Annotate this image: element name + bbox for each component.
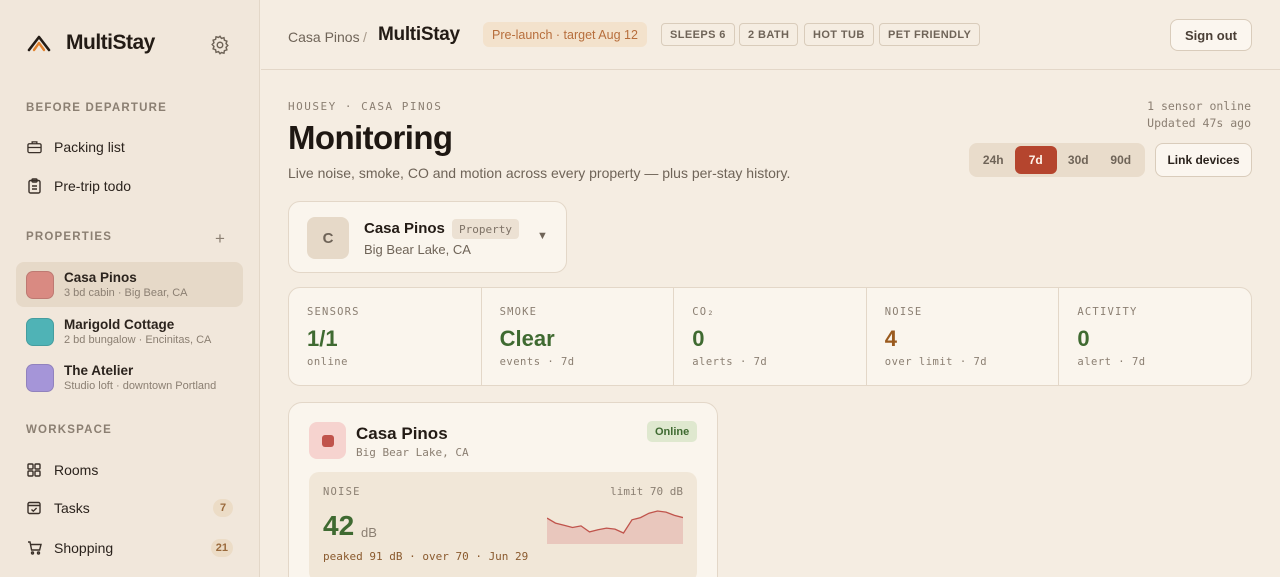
- sidebar-property-casa-pinos[interactable]: Casa Pinos 3 bd cabin · Big Bear, CA: [16, 262, 243, 307]
- property-swatch: [26, 270, 54, 299]
- prelaunch-badge: Pre-launch · target Aug 12: [483, 22, 647, 47]
- range-90d-button[interactable]: 90d: [1100, 146, 1143, 174]
- grid-icon: [26, 462, 42, 478]
- breadcrumb-current: MultiStay: [378, 24, 460, 45]
- sidebar-item-label: Packing list: [54, 139, 125, 155]
- property-name: Marigold Cottage: [64, 317, 175, 332]
- noise-label: NOISE: [323, 486, 361, 498]
- stat-label: SENSORS: [307, 306, 360, 318]
- brand[interactable]: MultiStay: [26, 30, 155, 56]
- property-subtitle: 3 bd cabin · Big Bear, CA: [64, 287, 188, 299]
- sensor-status: 1 sensor online: [1147, 99, 1251, 113]
- range-7d-button[interactable]: 7d: [1014, 146, 1057, 174]
- stat-co2: CO₂ 0 alerts · 7d: [674, 288, 867, 385]
- sidebar-item-label: Pre-trip todo: [54, 178, 132, 194]
- stat-label: CO₂: [692, 306, 715, 318]
- device-card[interactable]: Casa Pinos Big Bear Lake, CA Online NOIS…: [288, 402, 718, 577]
- shopping-count-badge: 21: [210, 539, 233, 557]
- checkbox-icon: [26, 500, 42, 516]
- stat-sub: over limit · 7d: [884, 356, 988, 368]
- stat-smoke: SMOKE Clear events · 7d: [482, 288, 675, 385]
- mountain-logo-icon: [26, 30, 52, 56]
- tasks-count-badge: 7: [213, 499, 233, 517]
- sidebar-property-the-atelier[interactable]: The Atelier Studio loft · downtown Portl…: [16, 355, 243, 400]
- stats-strip: SENSORS 1/1 online SMOKE Clear events · …: [288, 287, 1252, 386]
- property-name: The Atelier: [64, 363, 134, 378]
- page-title: Monitoring: [288, 119, 453, 156]
- noise-sparkline: [547, 510, 683, 544]
- range-24h-button[interactable]: 24h: [972, 146, 1015, 174]
- tag-hot-tub: HOT TUB: [804, 23, 874, 46]
- noise-peak: peaked 91 dB · over 70 · Jun 29: [323, 550, 529, 563]
- noise-limit: limit 70 dB: [610, 485, 683, 498]
- sidebar-item-label: Tasks: [54, 500, 90, 516]
- property-swatch: [26, 363, 54, 392]
- clipboard-icon: [26, 178, 42, 194]
- stat-sub: alert · 7d: [1077, 356, 1146, 368]
- gear-icon[interactable]: [209, 34, 231, 56]
- chevron-down-icon[interactable]: ▼: [537, 230, 548, 242]
- noise-panel: NOISE limit 70 dB 42 dB peaked 91 dB · o…: [309, 472, 697, 577]
- page-eyebrow: HOUSEY · CASA PINOS: [288, 100, 443, 113]
- noise-unit: dB: [361, 525, 377, 540]
- stat-label: ACTIVITY: [1077, 306, 1138, 318]
- page-subtitle: Live noise, smoke, CO and motion across …: [288, 165, 791, 181]
- sign-out-button[interactable]: Sign out: [1170, 19, 1252, 51]
- section-before-departure: BEFORE DEPARTURE: [26, 102, 168, 114]
- sidebar-item-shopping[interactable]: Shopping 21: [16, 530, 243, 566]
- stat-sensors: SENSORS 1/1 online: [289, 288, 482, 385]
- breadcrumb-separator: /: [363, 29, 367, 45]
- property-swatch: [26, 317, 54, 346]
- sidebar-item-tasks[interactable]: Tasks 7: [16, 490, 243, 526]
- tag-sleeps: SLEEPS 6: [661, 23, 735, 46]
- add-property-icon[interactable]: +: [215, 229, 225, 249]
- stat-value: 0: [1077, 326, 1090, 351]
- sidebar-property-marigold-cottage[interactable]: Marigold Cottage 2 bd bungalow · Encinit…: [16, 309, 243, 354]
- property-avatar: C: [307, 217, 349, 259]
- status-badge: Online: [647, 421, 698, 442]
- noise-value: 42: [323, 510, 355, 541]
- property-selector-location: Big Bear Lake, CA: [364, 242, 471, 257]
- updated-status: Updated 47s ago: [1147, 116, 1251, 130]
- range-30d-button[interactable]: 30d: [1057, 146, 1100, 174]
- time-range-selector: 24h 7d 30d 90d: [969, 143, 1145, 177]
- sensor-icon: [309, 422, 346, 459]
- sidebar-item-packing-list[interactable]: Packing list: [16, 129, 243, 165]
- sidebar: MultiStay BEFORE DEPARTURE Packing list …: [0, 0, 260, 577]
- briefcase-icon: [26, 139, 42, 155]
- brand-name: MultiStay: [66, 31, 155, 54]
- property-selector[interactable]: C Casa Pinos Property Big Bear Lake, CA …: [288, 201, 567, 273]
- sidebar-item-label: Rooms: [54, 462, 99, 478]
- stat-value: 4: [884, 326, 898, 351]
- stat-sub: online: [307, 356, 348, 368]
- stat-sub: alerts · 7d: [692, 356, 768, 368]
- stat-noise: NOISE 4 over limit · 7d: [867, 288, 1060, 385]
- stat-value: Clear: [499, 326, 555, 351]
- stat-value: 0: [692, 326, 705, 351]
- tag-bath: 2 BATH: [739, 23, 799, 46]
- device-location: Big Bear Lake, CA: [356, 446, 469, 459]
- stat-label: SMOKE: [499, 306, 538, 318]
- sidebar-item-rooms[interactable]: Rooms: [16, 452, 243, 488]
- property-name: Casa Pinos: [64, 270, 137, 285]
- section-workspace: WORKSPACE: [26, 424, 112, 436]
- stat-sub: events · 7d: [499, 356, 575, 368]
- device-name: Casa Pinos: [356, 424, 448, 443]
- property-selector-name: Casa Pinos: [364, 220, 445, 237]
- section-properties: PROPERTIES: [26, 231, 113, 243]
- sidebar-item-label: Shopping: [54, 540, 114, 556]
- sidebar-item-pre-trip-todo[interactable]: Pre-trip todo: [16, 168, 243, 204]
- cart-icon: [26, 540, 42, 556]
- stat-activity: ACTIVITY 0 alert · 7d: [1059, 288, 1251, 385]
- link-devices-button[interactable]: Link devices: [1155, 143, 1252, 177]
- sparkline-area: [547, 511, 683, 544]
- tag-pet-friendly: PET FRIENDLY: [879, 23, 981, 46]
- property-type-pill: Property: [452, 219, 519, 239]
- property-subtitle: 2 bd bungalow · Encinitas, CA: [64, 334, 212, 346]
- property-subtitle: Studio loft · downtown Portland: [64, 380, 217, 392]
- top-bar: Casa Pinos / MultiStay Pre-launch · targ…: [261, 0, 1280, 70]
- breadcrumb-parent[interactable]: Casa Pinos: [288, 29, 360, 45]
- stat-value: 1/1: [307, 326, 338, 351]
- stat-label: NOISE: [884, 306, 923, 318]
